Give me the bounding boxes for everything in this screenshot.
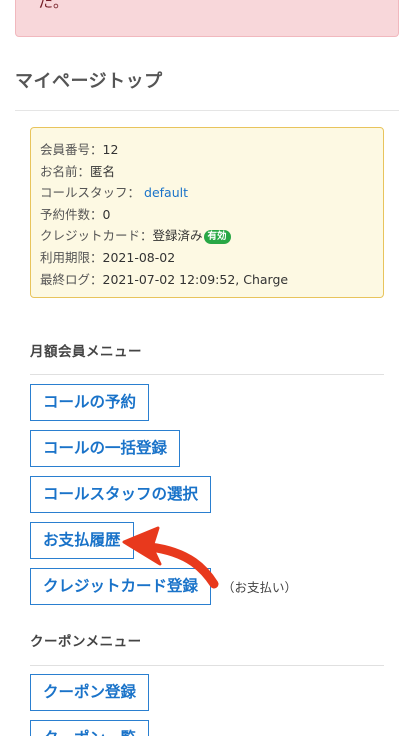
payment-note: （お支払い） xyxy=(222,580,298,595)
alert-text: た。 xyxy=(38,0,69,11)
reservations-label: 予約件数： xyxy=(40,206,103,222)
coupon-list-button[interactable]: クーポン一覧 xyxy=(30,720,150,736)
last-log-label: 最終ログ： xyxy=(40,271,103,287)
expiry-row: 利用期限：2021-08-02 xyxy=(40,247,383,269)
last-log-row: 最終ログ：2021-07-02 12:09:52, Charge xyxy=(40,269,383,291)
monthly-menu-heading: 月額会員メニュー xyxy=(30,344,142,360)
name-value: 匿名 xyxy=(90,163,116,179)
select-call-staff-button[interactable]: コールスタッフの選択 xyxy=(30,476,212,513)
payment-history-button[interactable]: お支払履歴 xyxy=(30,522,134,559)
member-no-value: 12 xyxy=(102,142,119,157)
reserve-call-button[interactable]: コールの予約 xyxy=(30,384,150,421)
call-staff-link[interactable]: default xyxy=(144,185,188,200)
call-staff-row: コールスタッフ： default xyxy=(40,182,383,204)
name-label: お名前： xyxy=(40,163,91,179)
coupon-menu-heading: クーポンメニュー xyxy=(30,634,142,650)
divider xyxy=(15,110,399,111)
reservations-row: 予約件数：0 xyxy=(40,204,383,226)
credit-card-register-button[interactable]: クレジットカード登録 xyxy=(30,568,212,605)
member-no-row: 会員番号：12 xyxy=(40,139,383,161)
divider xyxy=(30,665,384,666)
page-title: マイページトップ xyxy=(15,71,163,92)
coupon-register-button[interactable]: クーポン登録 xyxy=(30,674,150,711)
alert-message: た。 xyxy=(15,0,399,37)
bulk-call-register-button[interactable]: コールの一括登録 xyxy=(30,430,181,467)
status-badge: 有効 xyxy=(203,230,231,245)
credit-card-value: 登録済み xyxy=(152,228,203,244)
credit-card-label: クレジットカード： xyxy=(40,228,153,244)
divider xyxy=(30,374,384,375)
member-no-label: 会員番号： xyxy=(40,142,103,157)
reservations-value: 0 xyxy=(102,206,111,222)
credit-card-row: クレジットカード：登録済み 有効 xyxy=(40,225,383,247)
expiry-label: 利用期限： xyxy=(40,249,103,265)
name-row: お名前：匿名 xyxy=(40,161,383,183)
member-info-box: 会員番号：12 お名前：匿名 コールスタッフ： default 予約件数：0 クレ… xyxy=(30,127,384,298)
call-staff-label: コールスタッフ： xyxy=(40,185,141,201)
expiry-value: 2021-08-02 xyxy=(102,249,176,265)
last-log-value: 2021-07-02 12:09:52, Charge xyxy=(102,271,289,287)
